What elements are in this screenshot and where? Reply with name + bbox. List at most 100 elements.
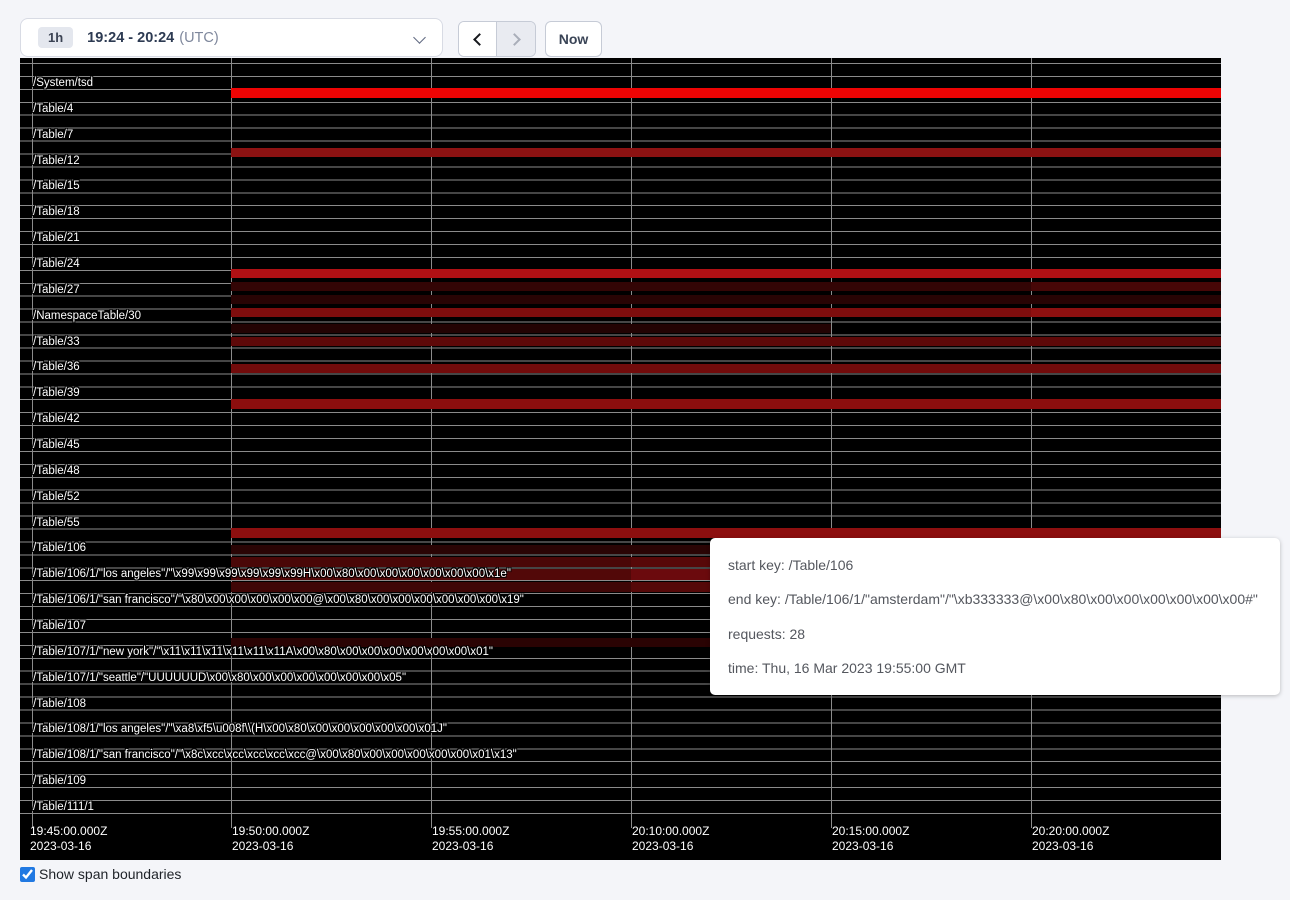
tooltip-end-key: end key: /Table/106/1/"amsterdam"/"\xb33… bbox=[728, 591, 1262, 607]
row-key-label: /Table/108 bbox=[33, 697, 86, 711]
heat-band bbox=[631, 282, 831, 291]
heat-band bbox=[231, 399, 431, 409]
chevron-left-icon bbox=[473, 33, 486, 46]
heat-band bbox=[631, 528, 831, 538]
heat-band bbox=[231, 364, 431, 373]
row-key-label: /Table/107/1/"seattle"/"UUUUUUD\x00\x80\… bbox=[33, 671, 406, 685]
heat-band bbox=[831, 308, 1031, 317]
heat-band bbox=[231, 88, 431, 98]
heat-band bbox=[231, 324, 431, 333]
tick-time: 19:55:00.000Z bbox=[432, 824, 509, 839]
time-gridline bbox=[631, 58, 632, 828]
chevron-right-icon bbox=[508, 33, 521, 46]
chevron-down-icon bbox=[413, 31, 426, 44]
heat-band bbox=[831, 528, 1031, 538]
heat-band bbox=[431, 269, 631, 278]
tick-date: 2023-03-16 bbox=[432, 839, 509, 854]
heat-band bbox=[231, 545, 431, 554]
heat-band bbox=[431, 282, 631, 291]
previous-range-button[interactable] bbox=[459, 22, 497, 56]
heat-band bbox=[231, 582, 431, 592]
show-span-boundaries-label: Show span boundaries bbox=[39, 866, 181, 882]
row-key-label: /Table/21 bbox=[33, 231, 80, 245]
time-tick-label: 19:50:00.000Z2023-03-16 bbox=[232, 824, 309, 854]
heat-band bbox=[631, 308, 831, 317]
row-key-label: /Table/108/1/"los angeles"/"\xa8\xf5\u00… bbox=[33, 722, 447, 736]
heat-band bbox=[1031, 528, 1221, 538]
time-gridline bbox=[831, 58, 832, 828]
row-key-label: /Table/42 bbox=[33, 412, 80, 426]
heat-band bbox=[431, 557, 631, 567]
time-gridline bbox=[231, 58, 232, 828]
heat-band bbox=[1031, 88, 1221, 98]
heat-band bbox=[431, 364, 631, 373]
time-range-pager bbox=[458, 21, 536, 57]
heat-band bbox=[431, 528, 631, 538]
row-key-label: /Table/108/1/"san francisco"/"\x8c\xcc\x… bbox=[33, 748, 517, 762]
time-range-duration-badge: 1h bbox=[38, 27, 73, 48]
heat-band bbox=[631, 148, 831, 157]
row-key-label: /Table/4 bbox=[33, 102, 73, 116]
time-range-label: 19:24 - 20:24 bbox=[87, 30, 174, 46]
heat-band bbox=[1031, 364, 1221, 373]
heat-band bbox=[631, 269, 831, 278]
heat-band bbox=[431, 545, 631, 554]
heat-band bbox=[1031, 295, 1221, 304]
tooltip-time: time: Thu, 16 Mar 2023 19:55:00 GMT bbox=[728, 660, 1262, 676]
heat-band bbox=[1031, 308, 1221, 317]
heat-band bbox=[1031, 399, 1221, 409]
tick-date: 2023-03-16 bbox=[232, 839, 309, 854]
heat-band bbox=[831, 269, 1031, 278]
row-key-label: /Table/111/1 bbox=[33, 800, 94, 814]
heat-band bbox=[231, 308, 431, 317]
keyviz-heatmap-canvas[interactable]: /System/tsd/Table/4/Table/7/Table/12/Tab… bbox=[20, 58, 1221, 860]
row-key-label: /Table/15 bbox=[33, 179, 80, 193]
heat-band bbox=[431, 337, 631, 346]
row-key-label: /Table/18 bbox=[33, 205, 80, 219]
row-key-label: /Table/24 bbox=[33, 257, 80, 271]
tick-date: 2023-03-16 bbox=[832, 839, 909, 854]
row-key-label: /Table/7 bbox=[33, 128, 73, 142]
heat-band bbox=[431, 324, 631, 333]
time-range-selector[interactable]: 1h 19:24 - 20:24 (UTC) bbox=[20, 18, 443, 57]
heat-band bbox=[231, 269, 431, 278]
heat-band bbox=[1031, 337, 1221, 346]
row-key-label: /Table/106/1/"san francisco"/"\x80\x00\x… bbox=[33, 593, 524, 607]
time-gridline bbox=[431, 58, 432, 828]
row-key-label: /Table/106 bbox=[33, 541, 86, 555]
heat-band bbox=[1031, 282, 1221, 291]
row-key-label: /Table/106/1/"los angeles"/"\x99\x99\x99… bbox=[33, 567, 511, 581]
tick-time: 20:20:00.000Z bbox=[1032, 824, 1109, 839]
heat-band bbox=[1031, 148, 1221, 157]
row-key-label: /Table/12 bbox=[33, 154, 80, 168]
row-key-label: /Table/33 bbox=[33, 335, 80, 349]
show-span-boundaries-checkbox[interactable] bbox=[20, 867, 35, 882]
now-button[interactable]: Now bbox=[545, 21, 602, 57]
heat-band bbox=[631, 88, 831, 98]
tick-time: 20:10:00.000Z bbox=[632, 824, 709, 839]
span-boundary-lines bbox=[20, 63, 1221, 823]
row-key-label: /Table/48 bbox=[33, 464, 80, 478]
heat-band bbox=[831, 364, 1031, 373]
time-range-timezone: (UTC) bbox=[179, 30, 218, 46]
heat-band bbox=[631, 337, 831, 346]
tick-date: 2023-03-16 bbox=[30, 839, 107, 854]
time-gridline bbox=[1031, 58, 1032, 828]
time-tick-label: 19:55:00.000Z2023-03-16 bbox=[432, 824, 509, 854]
time-tick-label: 20:20:00.000Z2023-03-16 bbox=[1032, 824, 1109, 854]
time-tick-label: 19:45:00.000Z2023-03-16 bbox=[30, 824, 107, 854]
heat-band bbox=[831, 399, 1031, 409]
row-key-label: /Table/52 bbox=[33, 490, 80, 504]
heat-band bbox=[631, 295, 831, 304]
heat-band bbox=[431, 308, 631, 317]
tick-time: 20:15:00.000Z bbox=[832, 824, 909, 839]
heat-band bbox=[231, 295, 431, 304]
row-key-label: /Table/36 bbox=[33, 360, 80, 374]
row-key-label: /Table/27 bbox=[33, 283, 80, 297]
row-key-label: /Table/39 bbox=[33, 386, 80, 400]
heat-band bbox=[231, 148, 431, 157]
tick-date: 2023-03-16 bbox=[632, 839, 709, 854]
next-range-button-disabled[interactable] bbox=[497, 22, 535, 56]
heat-band bbox=[831, 88, 1031, 98]
heat-band bbox=[231, 557, 431, 567]
